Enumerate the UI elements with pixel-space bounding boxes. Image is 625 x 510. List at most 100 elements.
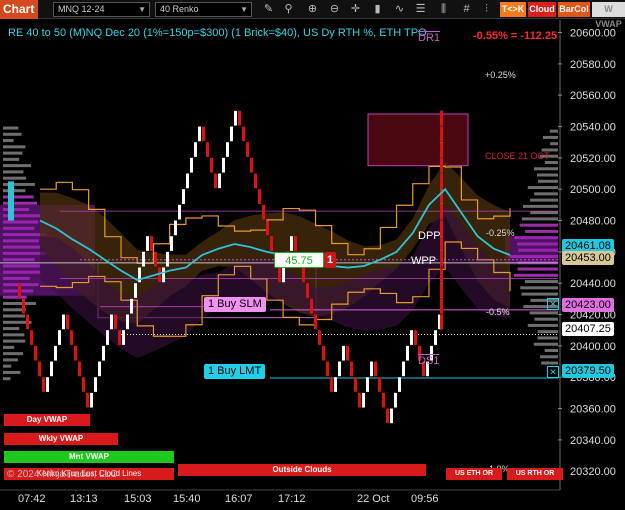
bars-icon[interactable]: ⫼	[436, 2, 451, 17]
renko-brick	[306, 283, 309, 298]
renko-brick	[18, 283, 21, 298]
renko-brick	[38, 361, 41, 377]
renko-brick	[334, 377, 337, 392]
y-tick-label: 20320.00	[570, 466, 616, 478]
renko-brick	[182, 189, 185, 204]
volume-profile-bar	[530, 211, 558, 215]
us-rth-or-label: US RTH OR	[507, 468, 563, 480]
volume-profile-bar	[540, 355, 558, 359]
bar-type-selector[interactable]: 40 Renko ▼	[155, 2, 252, 17]
volume-profile-bar	[541, 361, 558, 365]
tc-button[interactable]: T<>K	[500, 2, 526, 17]
renko-brick	[82, 377, 85, 392]
renko-brick	[190, 157, 193, 173]
renko-brick	[350, 361, 353, 377]
magnifier-icon[interactable]: ⚲	[281, 2, 296, 17]
minus05-label: -0.5%	[486, 307, 510, 317]
renko-brick	[434, 330, 437, 345]
renko-brick	[282, 267, 285, 283]
volume-profile-bar	[544, 161, 558, 164]
volume-profile-bar	[524, 280, 558, 284]
bar-type-text: 40 Renko	[160, 4, 199, 14]
volume-profile-bar	[537, 336, 558, 340]
y-tick-label: 20360.00	[570, 404, 616, 416]
renko-brick	[440, 267, 443, 283]
renko-brick	[342, 345, 345, 361]
volume-profile-bar	[530, 198, 558, 202]
renko-brick	[118, 330, 121, 345]
renko-brick	[234, 110, 237, 126]
symbol-selector[interactable]: MNQ 12-24 ▼	[53, 2, 150, 17]
y-tick-label: 20600.00	[570, 28, 616, 40]
volume-profile-bar	[3, 139, 14, 143]
hash-icon[interactable]: #	[459, 2, 474, 17]
price-badge-453: 20453.00	[562, 251, 614, 265]
renko-brick	[270, 236, 273, 251]
volume-profile-bar	[3, 314, 26, 318]
y-tick-label: 20440.00	[570, 278, 616, 290]
renko-brick	[158, 267, 161, 283]
time-label-6: 22 Oct	[357, 493, 390, 505]
crosshair-icon[interactable]: ✛	[348, 2, 363, 17]
buy-slm-order[interactable]: 1 Buy SLM	[204, 297, 266, 312]
renko-brick	[34, 345, 37, 361]
barcol-button[interactable]: BarCol	[558, 2, 590, 17]
renko-brick	[198, 126, 201, 142]
volume-profile-bar	[549, 129, 558, 133]
outside-clouds-label: Outside Clouds	[178, 464, 426, 476]
volume-profile-bar	[544, 349, 558, 352]
renko-brick	[378, 377, 381, 392]
close-label: CLOSE 21 OCT	[485, 151, 550, 161]
renko-brick	[102, 345, 105, 361]
volume-profile-bar	[3, 295, 27, 299]
pencil-icon[interactable]: ✎	[261, 2, 276, 17]
renko-brick	[126, 314, 129, 330]
renko-brick	[330, 377, 333, 392]
renko-brick	[294, 236, 297, 251]
symbol-text: MNQ 12-24	[58, 4, 105, 14]
volume-profile-bar	[3, 170, 24, 174]
renko-brick	[22, 298, 25, 314]
renko-brick	[70, 330, 73, 345]
volume-profile-bar	[3, 364, 12, 368]
indicator-icon[interactable]: ∿	[392, 2, 407, 17]
chevron-down-icon: ▼	[138, 5, 146, 14]
renko-brick	[410, 330, 413, 345]
volume-profile-bar	[542, 135, 558, 139]
renko-brick	[370, 361, 373, 377]
renko-brick	[440, 126, 443, 142]
close-lmt-x-icon[interactable]: ✕	[547, 366, 559, 378]
renko-brick	[338, 361, 341, 377]
chart-type-icon[interactable]: ▮	[370, 2, 385, 17]
renko-brick	[134, 283, 137, 298]
chart-label[interactable]: Chart	[0, 0, 38, 19]
volume-profile-bar	[533, 342, 558, 346]
position-qty[interactable]: 1	[324, 252, 336, 268]
cloud-button[interactable]: Cloud	[528, 2, 556, 17]
zoom-in-icon[interactable]: ⊕	[305, 2, 320, 17]
renko-brick	[374, 361, 377, 377]
bars-icon[interactable]: ⫶	[479, 2, 494, 17]
renko-brick	[162, 267, 165, 283]
chart-plot[interactable]: 20320.00 20340.00 20360.00 20380.00 20400.00…	[0, 20, 625, 510]
position-value[interactable]: 45.75	[274, 252, 324, 268]
volume-profile-bar	[3, 352, 24, 356]
minus025-label: -0.25%	[486, 228, 515, 238]
renko-brick	[254, 173, 257, 189]
renko-brick	[30, 330, 33, 345]
plus025-label: +0.25%	[485, 70, 516, 80]
volume-profile-bar	[525, 229, 558, 233]
renko-brick	[366, 377, 369, 392]
chart-title: RE 40 to 50 (M)NQ Dec 20 (1%=150p=$300) …	[8, 27, 427, 39]
renko-brick	[278, 267, 281, 283]
w-vwap-button[interactable]: W VWAP	[592, 2, 625, 29]
list-icon[interactable]: ☰	[413, 2, 428, 17]
renko-brick	[122, 330, 125, 345]
renko-brick	[326, 361, 329, 377]
renko-brick	[414, 330, 417, 345]
zoom-out-icon[interactable]: ⊖	[327, 2, 342, 17]
buy-lmt-order[interactable]: 1 Buy LMT	[204, 364, 266, 379]
renko-brick	[98, 361, 101, 377]
close-slm-x-icon[interactable]: ✕	[547, 298, 559, 310]
volume-profile-bar	[3, 157, 20, 161]
